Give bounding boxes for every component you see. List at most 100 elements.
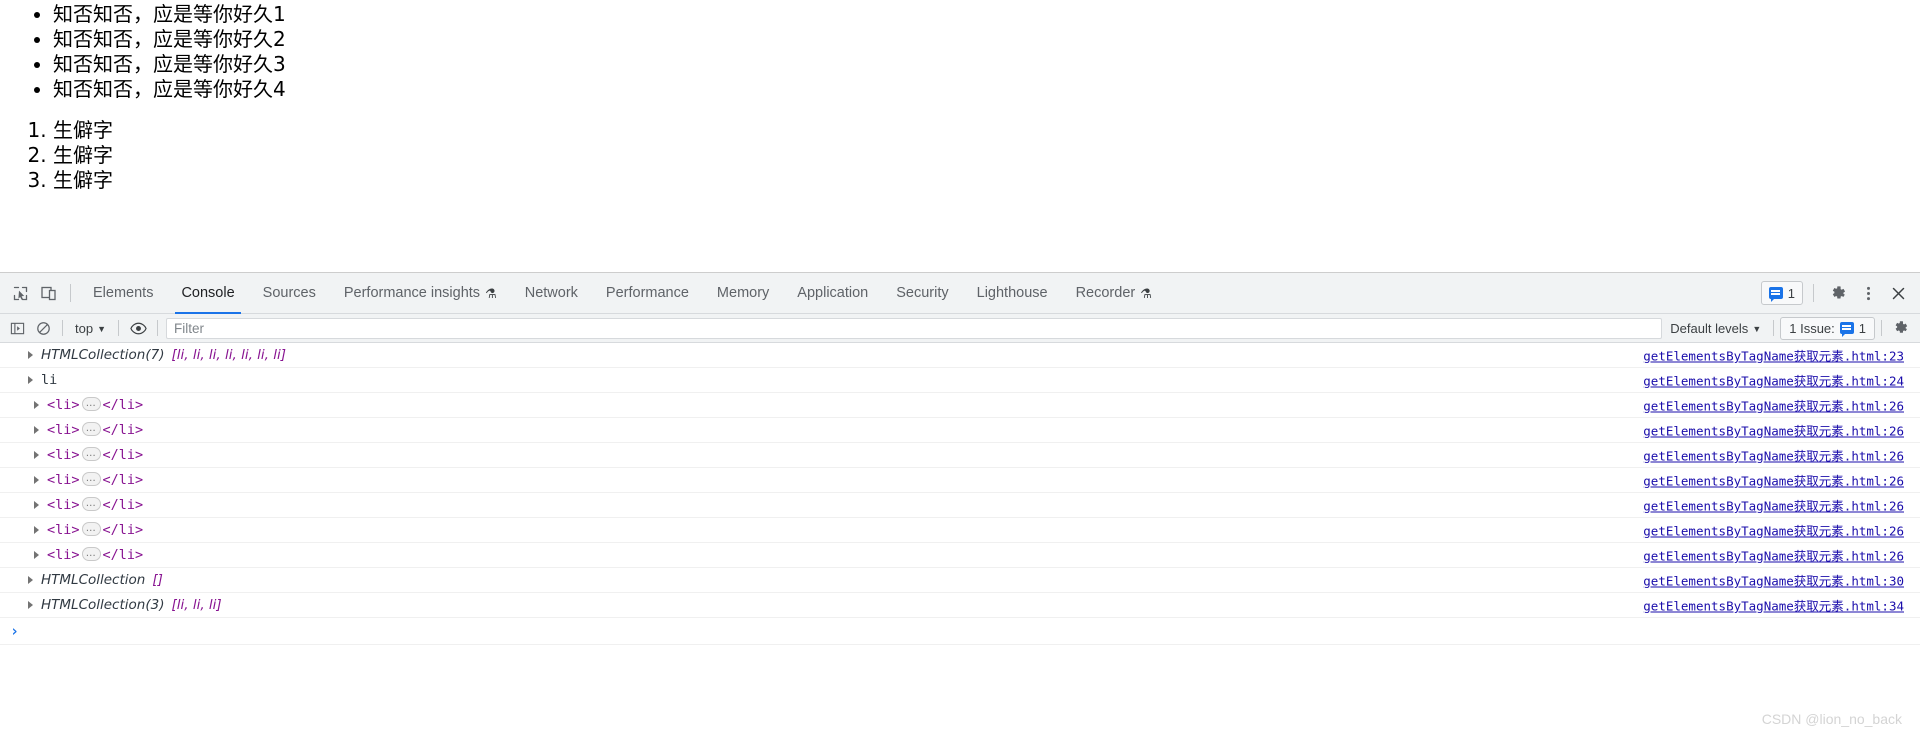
tab-label: Performance insights [344, 285, 480, 301]
tab-network[interactable]: Network [511, 273, 592, 314]
console-row[interactable]: li getElementsByTagName获取元素.html:24 [0, 368, 1920, 393]
ellipsis-badge[interactable]: … [82, 522, 101, 536]
issues-badge[interactable]: 1 Issue: 1 [1780, 317, 1875, 340]
source-link[interactable]: getElementsByTagName获取元素.html:26 [1643, 446, 1904, 465]
close-tag: </li> [103, 447, 144, 463]
devtools-panel: Elements Console Sources Performance ins… [0, 272, 1920, 737]
object-preview: [li, li, li] [171, 597, 221, 613]
console-row[interactable]: <li> … </li> getElementsByTagName获取元素.ht… [0, 518, 1920, 543]
inspect-element-icon[interactable] [6, 279, 34, 307]
tab-label: Performance [606, 285, 689, 301]
console-row[interactable]: <li> … </li> getElementsByTagName获取元素.ht… [0, 493, 1920, 518]
disclosure-triangle-icon[interactable] [28, 576, 33, 584]
source-link[interactable]: getElementsByTagName获取元素.html:30 [1643, 571, 1904, 590]
console-row[interactable]: <li> … </li> getElementsByTagName获取元素.ht… [0, 393, 1920, 418]
open-tag: <li> [47, 547, 80, 563]
tab-label: Lighthouse [977, 285, 1048, 301]
object-name: HTMLCollection [41, 572, 145, 588]
disclosure-triangle-icon[interactable] [28, 351, 33, 359]
ellipsis-badge[interactable]: … [82, 447, 101, 461]
live-expression-icon[interactable] [125, 317, 151, 339]
log-level-label: Default levels [1670, 321, 1748, 336]
ellipsis-badge[interactable]: … [82, 547, 101, 561]
console-settings-gear-icon[interactable] [1888, 317, 1914, 339]
tab-application[interactable]: Application [783, 273, 882, 314]
ordered-list: 生僻字 生僻字 生僻字 [0, 102, 1920, 193]
toolbar-divider [118, 320, 119, 336]
source-link[interactable]: getElementsByTagName获取元素.html:24 [1643, 371, 1904, 390]
console-message-list: HTMLCollection(7) [li, li, li, li, li, l… [0, 343, 1920, 645]
source-link[interactable]: getElementsByTagName获取元素.html:26 [1643, 496, 1904, 515]
close-tag: </li> [103, 397, 144, 413]
tab-performance-insights[interactable]: Performance insights ⚗ [330, 273, 511, 314]
tab-memory[interactable]: Memory [703, 273, 783, 314]
flask-icon: ⚗ [485, 287, 497, 300]
console-filter-field[interactable] [166, 318, 1662, 339]
console-message-content: <li> … </li> [34, 397, 143, 413]
toolbar-divider [157, 320, 158, 336]
console-sidebar-icon[interactable] [4, 317, 30, 339]
tab-label: Security [896, 285, 948, 301]
tab-performance[interactable]: Performance [592, 273, 703, 314]
toolbar-divider [1881, 320, 1882, 336]
console-row[interactable]: <li> … </li> getElementsByTagName获取元素.ht… [0, 418, 1920, 443]
disclosure-triangle-icon[interactable] [34, 451, 39, 459]
console-row[interactable]: HTMLCollection(7) [li, li, li, li, li, l… [0, 343, 1920, 368]
source-link[interactable]: getElementsByTagName获取元素.html:26 [1643, 471, 1904, 490]
tab-label: Sources [263, 285, 316, 301]
console-row[interactable]: HTMLCollection [] getElementsByTagName获取… [0, 568, 1920, 593]
list-item: 生僻字 [53, 118, 1920, 143]
ellipsis-badge[interactable]: … [82, 397, 101, 411]
object-name: HTMLCollection(3) [41, 597, 164, 613]
ellipsis-badge[interactable]: … [82, 472, 101, 486]
source-link[interactable]: getElementsByTagName获取元素.html:26 [1643, 546, 1904, 565]
clear-console-icon[interactable] [30, 317, 56, 339]
tab-sources[interactable]: Sources [249, 273, 330, 314]
tab-recorder[interactable]: Recorder ⚗ [1062, 273, 1166, 314]
disclosure-triangle-icon[interactable] [34, 551, 39, 559]
toolbar-divider [70, 284, 71, 302]
disclosure-triangle-icon[interactable] [34, 526, 39, 534]
console-row[interactable]: HTMLCollection(3) [li, li, li] getElemen… [0, 593, 1920, 618]
ellipsis-badge[interactable]: … [82, 422, 101, 436]
console-prompt-input[interactable] [19, 618, 1920, 644]
console-message-content: HTMLCollection(7) [li, li, li, li, li, l… [28, 347, 286, 363]
disclosure-triangle-icon[interactable] [34, 401, 39, 409]
tab-elements[interactable]: Elements [79, 273, 167, 314]
console-filter-toolbar: top ▼ Default levels ▼ 1 Issue: 1 [0, 314, 1920, 343]
device-toolbar-icon[interactable] [34, 279, 62, 307]
source-link[interactable]: getElementsByTagName获取元素.html:26 [1643, 421, 1904, 440]
message-count-badge[interactable]: 1 [1761, 281, 1803, 305]
console-prompt-row[interactable]: › [0, 618, 1920, 645]
gear-icon[interactable] [1824, 279, 1852, 307]
filter-input[interactable] [167, 321, 1661, 336]
list-item: 知否知否，应是等你好久2 [53, 27, 1920, 52]
console-message-content: <li> … </li> [34, 547, 143, 563]
tab-label: Elements [93, 285, 153, 301]
console-row[interactable]: <li> … </li> getElementsByTagName获取元素.ht… [0, 543, 1920, 568]
disclosure-triangle-icon[interactable] [34, 501, 39, 509]
source-link[interactable]: getElementsByTagName获取元素.html:26 [1643, 521, 1904, 540]
tab-label: Console [181, 285, 234, 301]
disclosure-triangle-icon[interactable] [28, 601, 33, 609]
disclosure-triangle-icon[interactable] [34, 476, 39, 484]
open-tag: <li> [47, 397, 80, 413]
disclosure-triangle-icon[interactable] [34, 426, 39, 434]
console-row[interactable]: <li> … </li> getElementsByTagName获取元素.ht… [0, 443, 1920, 468]
console-row[interactable]: <li> … </li> getElementsByTagName获取元素.ht… [0, 468, 1920, 493]
source-link[interactable]: getElementsByTagName获取元素.html:34 [1643, 596, 1904, 615]
more-vertical-icon[interactable] [1854, 279, 1882, 307]
tab-console[interactable]: Console [167, 273, 248, 314]
close-tag: </li> [103, 522, 144, 538]
console-message-content: <li> … </li> [34, 472, 143, 488]
tab-lighthouse[interactable]: Lighthouse [963, 273, 1062, 314]
execution-context-selector[interactable]: top ▼ [69, 317, 112, 339]
disclosure-triangle-icon[interactable] [28, 376, 33, 384]
ellipsis-badge[interactable]: … [82, 497, 101, 511]
log-level-selector[interactable]: Default levels ▼ [1664, 317, 1767, 339]
tab-label: Recorder [1076, 285, 1136, 301]
source-link[interactable]: getElementsByTagName获取元素.html:23 [1643, 346, 1904, 365]
source-link[interactable]: getElementsByTagName获取元素.html:26 [1643, 396, 1904, 415]
tab-security[interactable]: Security [882, 273, 962, 314]
close-icon[interactable] [1884, 279, 1912, 307]
